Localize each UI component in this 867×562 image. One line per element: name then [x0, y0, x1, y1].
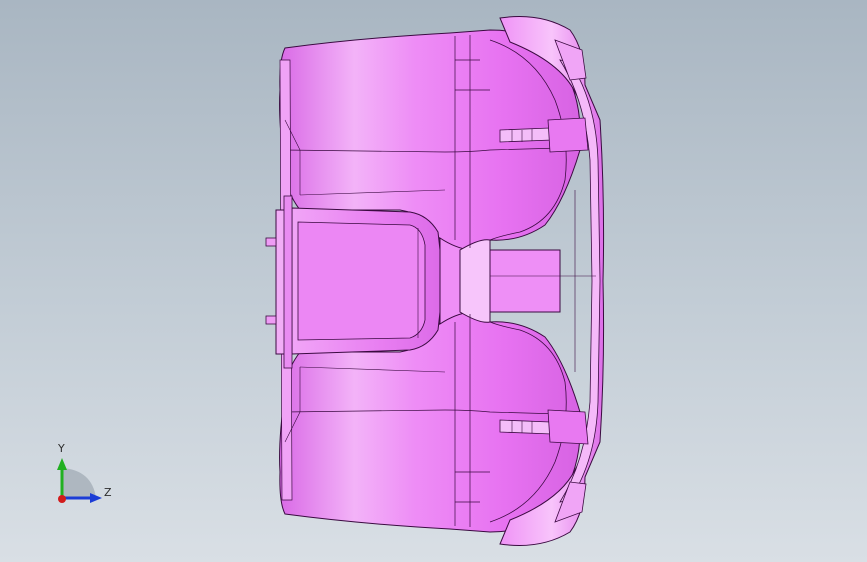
graphics-viewport[interactable]: Y Z: [0, 0, 867, 562]
connector-pin-top: [265, 237, 277, 247]
x-axis-dot: [58, 495, 66, 503]
z-arrow-icon: [90, 493, 102, 503]
middle-body: [439, 237, 561, 325]
z-axis-label: Z: [104, 486, 112, 499]
y-axis-label: Y: [58, 442, 65, 455]
neck-channel: [459, 239, 491, 323]
axis-triad: Y Z: [40, 438, 130, 518]
y-arrow-icon: [57, 458, 67, 470]
connector-pin-bottom: [265, 315, 277, 325]
part-model[interactable]: [0, 0, 867, 562]
